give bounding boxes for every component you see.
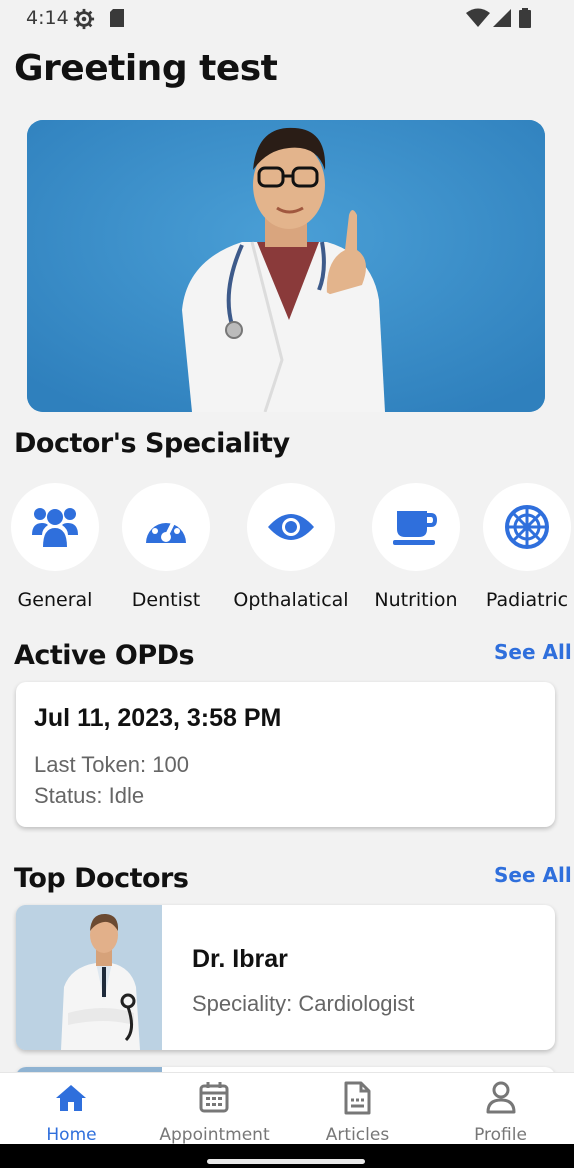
doctor-speciality: Speciality: Cardiologist: [192, 991, 415, 1016]
speciality-general-button[interactable]: [11, 483, 99, 571]
status-bar: 4:14: [0, 0, 574, 36]
empire-icon: [505, 505, 549, 549]
speciality-label-opthalatical: Opthalatical: [233, 589, 349, 611]
gauge-icon: [146, 514, 186, 543]
speciality-padiatric-button[interactable]: [483, 483, 571, 571]
nav-home[interactable]: Home: [0, 1073, 143, 1145]
nav-appointment-label: Appointment: [159, 1125, 270, 1145]
person-icon: [486, 1081, 516, 1114]
active-opds-see-all-link[interactable]: See All: [494, 640, 572, 664]
nav-home-label: Home: [46, 1125, 97, 1145]
opd-status: Status: Idle: [34, 783, 145, 808]
speciality-opthalatical-button[interactable]: [247, 483, 335, 571]
doctor-card[interactable]: Dr. Ibrar Speciality: Cardiologist: [16, 905, 555, 1050]
nav-articles-label: Articles: [325, 1125, 390, 1145]
users-icon: [32, 508, 78, 547]
battery-icon: [519, 8, 531, 28]
speciality-label-padiatric: Padiatric: [485, 589, 569, 611]
bottom-navigation: Home Appointment Articles Profile: [0, 1072, 574, 1145]
opd-date: Jul 11, 2023, 3:58 PM: [34, 704, 282, 732]
calendar-icon: [199, 1082, 229, 1113]
nav-profile[interactable]: Profile: [429, 1073, 572, 1145]
page-title: Greeting test: [14, 48, 278, 89]
speciality-nutrition-button[interactable]: [372, 483, 460, 571]
doctor-illustration: [27, 120, 545, 412]
status-time: 4:14: [26, 7, 69, 29]
sd-card-icon: [110, 9, 124, 27]
signal-icon: [493, 9, 511, 27]
nav-articles[interactable]: Articles: [286, 1073, 429, 1145]
wifi-icon: [466, 8, 490, 27]
coffee-cup-icon: [393, 511, 437, 545]
speciality-label-dentist: Dentist: [131, 589, 201, 611]
eye-icon: [268, 514, 314, 540]
active-opds-title: Active OPDs: [14, 640, 195, 671]
home-gesture-handle[interactable]: [207, 1159, 365, 1164]
top-doctors-see-all-link[interactable]: See All: [494, 863, 572, 887]
top-doctors-title: Top Doctors: [14, 863, 189, 894]
doctor-avatar-image: [16, 905, 162, 1050]
doctor-name: Dr. Ibrar: [192, 945, 288, 973]
opd-card[interactable]: Jul 11, 2023, 3:58 PM Last Token: 100 St…: [16, 682, 555, 827]
speciality-dentist-button[interactable]: [122, 483, 210, 571]
speciality-title: Doctor's Speciality: [14, 428, 290, 459]
nav-profile-label: Profile: [474, 1125, 527, 1145]
document-icon: [344, 1081, 371, 1115]
nav-appointment[interactable]: Appointment: [143, 1073, 286, 1145]
home-icon: [56, 1085, 86, 1111]
doctor-banner-image: [27, 120, 545, 412]
settings-icon: [73, 8, 95, 30]
system-navigation-bar: [0, 1144, 574, 1168]
opd-last-token: Last Token: 100: [34, 752, 189, 777]
doctor-photo: [16, 905, 162, 1050]
